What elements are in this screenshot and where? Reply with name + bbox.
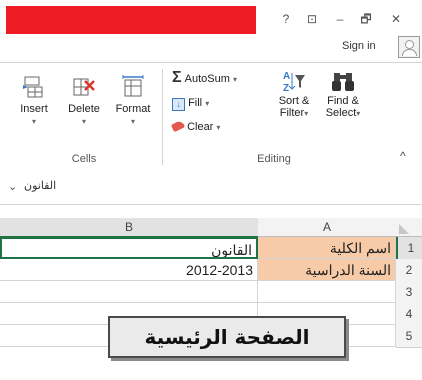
find-select-label-line1: Find & [327, 95, 359, 107]
cells-group-label: Cells [71, 153, 97, 165]
cell-a2[interactable]: السنة الدراسية [258, 259, 396, 281]
delete-cells-icon [73, 78, 95, 96]
sort-filter-dropdown-caret[interactable]: ▾ [304, 109, 308, 118]
home-page-button[interactable]: الصفحة الرئيسية [108, 316, 346, 358]
formula-bar-input[interactable]: القانون [24, 179, 56, 192]
sort-filter-label-line2: Filter [279, 107, 305, 119]
autosum-button[interactable]: Σ AutoSum ▾ [172, 69, 237, 87]
find-select-dropdown-caret[interactable]: ▾ [356, 109, 360, 118]
fill-dropdown-caret[interactable]: ▾ [205, 99, 209, 108]
user-head-icon [405, 40, 414, 49]
cell-a3[interactable] [258, 281, 396, 303]
column-header-a[interactable]: A [258, 218, 397, 237]
autosum-sigma-icon: Σ [172, 69, 182, 86]
cell-a1[interactable]: اسم الكلية [258, 237, 396, 259]
row-header-3[interactable]: 3 [396, 281, 422, 304]
cell-b1[interactable]: القانون [0, 237, 258, 259]
cell-b3[interactable] [0, 281, 258, 303]
row-header-4[interactable]: 4 [396, 303, 422, 326]
binoculars-icon [332, 73, 354, 91]
user-body-icon [402, 49, 417, 56]
title-bar: ? ⊡ – 🗗 ✕ Sign in [0, 0, 422, 62]
format-dropdown-caret[interactable]: ▾ [110, 117, 156, 126]
row-header-5[interactable]: 5 [396, 325, 422, 348]
insert-cells-icon [23, 76, 43, 98]
row-header-2[interactable]: 2 [396, 259, 422, 282]
collapse-ribbon-button[interactable]: ^ [400, 149, 406, 163]
svg-text:A: A [283, 71, 290, 82]
eraser-icon [170, 119, 186, 133]
ribbon: Insert ▾ Delete ▾ Format ▾ Cells Σ AutoS… [0, 62, 422, 172]
close-button[interactable]: ✕ [386, 10, 406, 28]
autosum-dropdown-caret[interactable]: ▾ [233, 75, 237, 84]
format-cells-icon [122, 75, 144, 97]
find-select-label-line2: Select [325, 107, 357, 119]
row-header-1[interactable]: 1 [396, 237, 422, 260]
expand-formula-bar-icon[interactable]: ⌄ [8, 180, 17, 193]
editing-group-label: Editing [257, 153, 291, 165]
avatar[interactable] [398, 36, 420, 58]
cell-b2[interactable]: 2012-2013 [0, 259, 258, 281]
help-button[interactable]: ? [276, 10, 296, 28]
group-separator [162, 69, 163, 165]
sort-filter-button[interactable]: A Z Sort & Filter▾ [272, 69, 316, 119]
svg-text:Z: Z [283, 83, 289, 93]
select-all-triangle-icon [399, 224, 409, 234]
sign-in-link[interactable]: Sign in [342, 40, 376, 52]
sort-filter-icon: A Z [283, 71, 305, 93]
delete-button[interactable]: Delete ▾ [62, 75, 106, 126]
clear-dropdown-caret[interactable]: ▾ [216, 123, 220, 132]
format-label: Format [115, 103, 151, 115]
select-all-corner[interactable] [396, 218, 422, 237]
sort-filter-label-line1: Sort & [278, 95, 310, 107]
minimize-button[interactable]: – [330, 10, 350, 28]
clear-label: Clear [187, 121, 214, 133]
autosum-label: AutoSum [184, 73, 230, 85]
formula-bar: ⌄ القانون [0, 170, 422, 205]
find-select-button[interactable]: Find & Select▾ [320, 69, 366, 119]
restore-button[interactable]: 🗗 [356, 10, 376, 28]
delete-dropdown-caret[interactable]: ▾ [62, 117, 106, 126]
fill-down-icon: ↓ [172, 98, 185, 111]
clear-button[interactable]: Clear ▾ [170, 119, 220, 133]
format-button[interactable]: Format ▾ [110, 75, 156, 126]
column-header-b[interactable]: B [0, 218, 259, 238]
redacted-title [6, 6, 256, 34]
insert-label: Insert [20, 103, 48, 115]
fill-button[interactable]: ↓ Fill ▾ [172, 97, 209, 111]
delete-label: Delete [68, 103, 100, 115]
ribbon-display-options-button[interactable]: ⊡ [302, 10, 322, 28]
insert-button[interactable]: Insert ▾ [14, 75, 54, 126]
fill-label: Fill [188, 97, 203, 109]
insert-dropdown-caret[interactable]: ▾ [14, 117, 54, 126]
